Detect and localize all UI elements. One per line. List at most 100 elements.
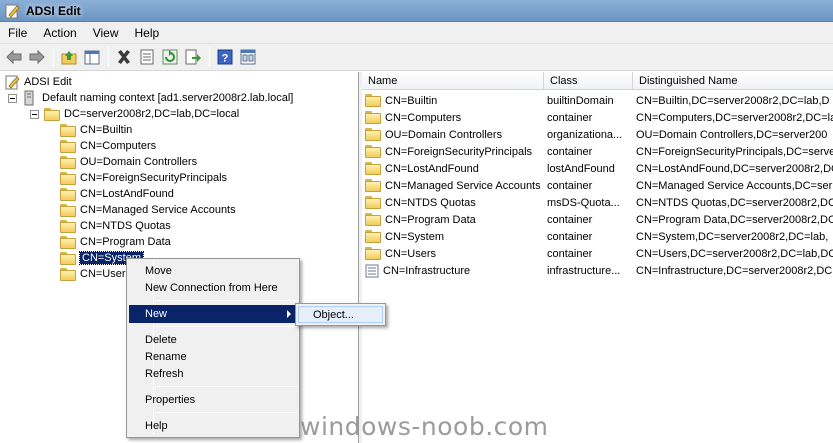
cell-name: OU=Domain Controllers [362, 128, 544, 141]
menu-item-new-label: New [145, 308, 168, 320]
folder-icon [365, 94, 381, 107]
tree-item-label: OU=Domain Controllers [80, 156, 198, 168]
menu-item-new[interactable]: New [129, 305, 297, 323]
list-item[interactable]: CN=Infrastructure infrastructure... CN=Inf… [362, 262, 833, 279]
tree-root-label: ADSI Edit [24, 76, 72, 88]
list-item[interactable]: CN=Users container CN=Users,DC=server2008r… [362, 245, 833, 262]
tree-item[interactable]: CN=NTDS Quotas [60, 218, 171, 234]
folder-icon [60, 267, 76, 281]
menu-help[interactable]: Help [127, 22, 168, 44]
folder-icon [365, 162, 381, 175]
column-class[interactable]: Class [544, 72, 633, 90]
details-list[interactable]: Name Class Distinguished Name CN=Builtin… [362, 72, 833, 443]
server-icon [24, 90, 34, 106]
menu-action[interactable]: Action [35, 22, 84, 44]
tree-item[interactable]: CN=ForeignSecurityPrincipals [60, 170, 227, 186]
up-one-level-button[interactable] [58, 46, 80, 68]
list-item[interactable]: CN=Managed Service Accounts container CN=M… [362, 177, 833, 194]
cell-name: CN=Program Data [362, 213, 544, 226]
cell-name-text: CN=Users [385, 247, 437, 260]
tree-item-label: CN=ForeignSecurityPrincipals [80, 172, 228, 184]
tree-item[interactable]: CN=Builtin [60, 122, 132, 138]
tree-item-label: CN=LostAndFound [80, 188, 174, 200]
folder-icon [365, 111, 381, 124]
toolbar: ? [0, 44, 833, 71]
cell-class: container [547, 111, 593, 124]
folder-icon [365, 230, 381, 243]
naming-context-label: Default naming context [ad1.server2008r2… [42, 92, 294, 104]
column-distinguished-name[interactable]: Distinguished Name [633, 72, 833, 90]
cell-name: CN=Computers [362, 111, 544, 124]
menu-item-rename[interactable]: Rename [129, 348, 297, 366]
tree-item-label: CN=Computers [80, 140, 157, 152]
submenu-arrow-icon [287, 310, 291, 318]
list-item[interactable]: OU=Domain Controllers organizationa... OU=… [362, 126, 833, 143]
domain-label: DC=server2008r2,DC=lab,DC=local [64, 108, 240, 120]
tree-item[interactable]: CN=LostAndFound [60, 186, 174, 202]
folder-icon [44, 107, 60, 121]
tree-naming-context[interactable]: Default naming context [ad1.server2008r2… [8, 90, 293, 106]
tree-item[interactable]: CN=Users [60, 266, 131, 282]
menu-item-refresh[interactable]: Refresh [129, 365, 297, 383]
menu-view[interactable]: View [85, 22, 127, 44]
forward-button[interactable] [26, 46, 48, 68]
delete-x-icon [118, 50, 130, 64]
folder-icon [60, 251, 76, 265]
cell-distinguished-name: CN=NTDS Quotas,DC=server2008r2,DC [636, 196, 833, 209]
folder-icon [60, 155, 76, 169]
menu-item-delete[interactable]: Delete [129, 331, 297, 349]
cell-name-text: CN=ForeignSecurityPrincipals [385, 145, 533, 158]
cell-distinguished-name: CN=Infrastructure,DC=server2008r2,DC [636, 264, 833, 277]
cell-distinguished-name: CN=ForeignSecurityPrincipals,DC=serve [636, 145, 833, 158]
refresh-button[interactable] [159, 46, 181, 68]
toolbar-separator [108, 47, 109, 67]
tree-domain[interactable]: DC=server2008r2,DC=lab,DC=local [30, 106, 239, 122]
show-hide-tree-button[interactable] [81, 46, 103, 68]
cell-class: container [547, 145, 593, 158]
tree-item[interactable]: CN=Computers [60, 138, 156, 154]
list-item[interactable]: CN=System container CN=System,DC=server200… [362, 228, 833, 245]
delete-button[interactable] [113, 46, 135, 68]
tree-root[interactable]: ADSI Edit [4, 74, 72, 90]
list-item[interactable]: CN=ForeignSecurityPrincipals container CN=… [362, 143, 833, 160]
column-name[interactable]: Name [362, 72, 544, 90]
folder-icon [365, 247, 381, 260]
cell-class: container [547, 230, 593, 243]
folder-icon [365, 128, 381, 141]
cell-name-text: CN=System [385, 230, 444, 243]
menu-item-move[interactable]: Move [129, 262, 297, 280]
up-folder-icon [61, 50, 77, 64]
list-item[interactable]: CN=NTDS Quotas msDS-Quota... CN=NTDS Quota… [362, 194, 833, 211]
cell-name-text: CN=Managed Service Accounts [385, 179, 541, 192]
console-tree-button[interactable] [237, 46, 259, 68]
list-item[interactable]: CN=Program Data container CN=Program Data,… [362, 211, 833, 228]
export-list-button[interactable] [182, 46, 204, 68]
export-list-icon [185, 49, 201, 65]
cell-distinguished-name: CN=Users,DC=server2008r2,DC=lab,DC [636, 247, 833, 260]
folder-icon [60, 219, 76, 233]
list-item[interactable]: CN=Builtin builtinDomain CN=Builtin,DC=ser… [362, 92, 833, 109]
help-button[interactable]: ? [214, 46, 236, 68]
tree-item-label: CN=Builtin [80, 124, 133, 136]
tree-item[interactable]: OU=Domain Controllers [60, 154, 197, 170]
back-button[interactable] [3, 46, 25, 68]
window-title: ADSI Edit [26, 3, 81, 18]
menu-file[interactable]: File [0, 22, 35, 44]
folder-icon [365, 145, 381, 158]
menu-item-new-connection[interactable]: New Connection from Here [129, 279, 297, 297]
menu-item-object[interactable]: Object... [298, 306, 383, 323]
properties-button[interactable] [136, 46, 158, 68]
adsi-edit-icon [5, 4, 20, 18]
menu-item-properties[interactable]: Properties [129, 391, 297, 409]
collapse-icon[interactable] [8, 93, 17, 103]
cell-class: msDS-Quota... [547, 196, 620, 209]
collapse-icon[interactable] [30, 109, 39, 119]
tree-item[interactable]: CN=Program Data [60, 234, 171, 250]
list-item[interactable]: CN=LostAndFound lostAndFound CN=LostAndFou… [362, 160, 833, 177]
cell-class: lostAndFound [547, 162, 615, 175]
tree-item-label: CN=Users [80, 268, 132, 280]
list-item[interactable]: CN=Computers container CN=Computers,DC=ser… [362, 109, 833, 126]
tree-item[interactable]: CN=Managed Service Accounts [60, 202, 236, 218]
menu-item-help[interactable]: Help [129, 417, 297, 435]
cell-name: CN=Builtin [362, 94, 544, 107]
